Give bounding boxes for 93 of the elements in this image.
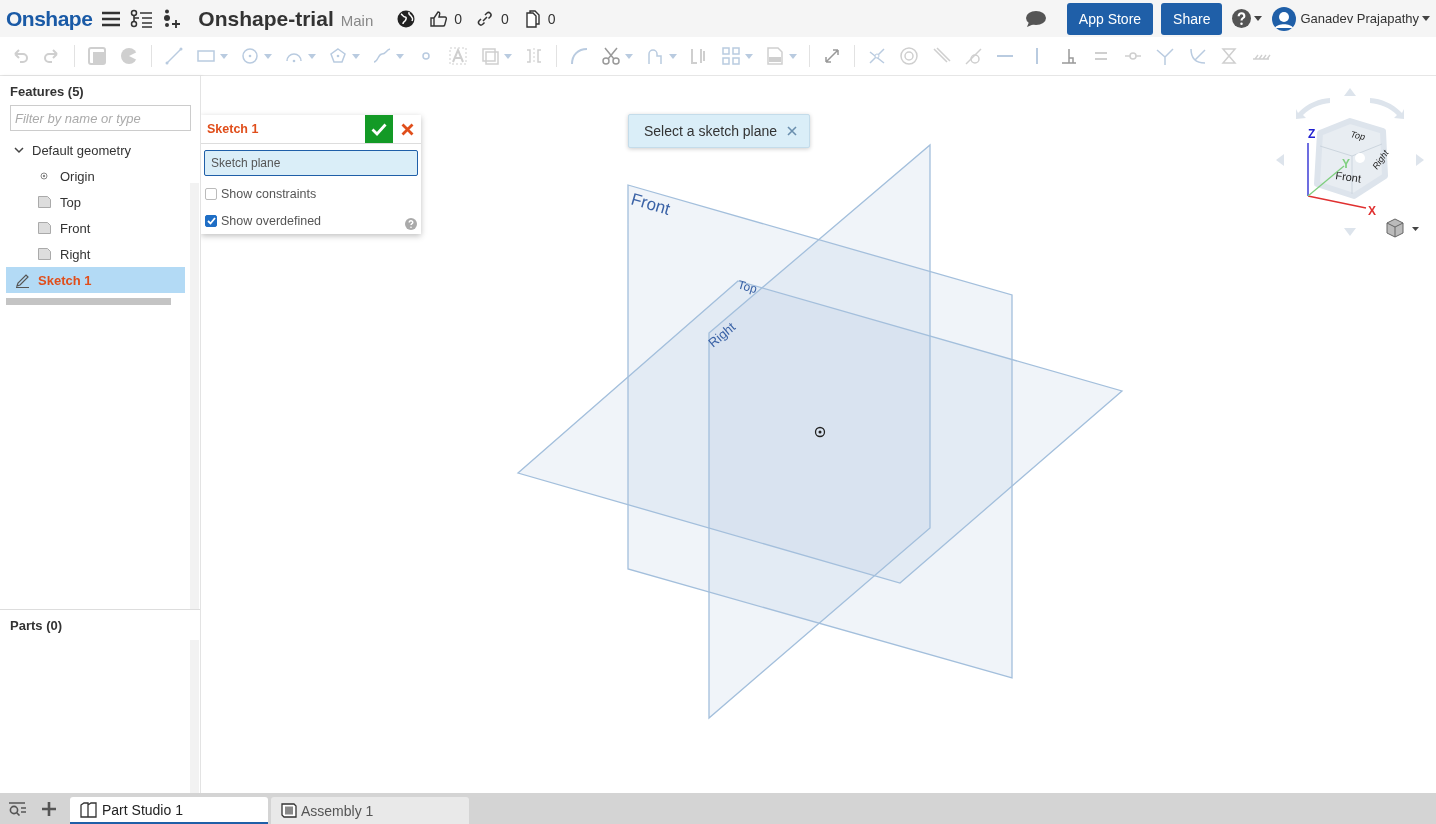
spline-icon[interactable] [372, 46, 392, 66]
help-icon[interactable] [1232, 9, 1252, 28]
add-variable-icon[interactable] [162, 8, 183, 29]
assembly-icon [281, 803, 297, 818]
thumbs-up-icon[interactable] [429, 9, 449, 28]
avatar-icon[interactable] [1272, 6, 1297, 31]
sketch-icon[interactable] [87, 46, 107, 66]
checkbox-label: Show constraints [221, 186, 317, 201]
dialog-title: Sketch 1 [207, 122, 260, 136]
polygon-icon[interactable] [328, 46, 348, 66]
line-icon[interactable] [164, 46, 184, 66]
tab-label: Assembly 1 [301, 802, 374, 819]
tab-label: Part Studio 1 [102, 801, 183, 818]
feature-label: Top [60, 194, 81, 210]
app-logo[interactable]: Onshape [6, 6, 93, 31]
feature-label: Default geometry [32, 142, 131, 158]
filter-field[interactable]: Filter by name or type [10, 105, 191, 131]
counter-value: 0 [501, 10, 509, 27]
view-cube-face-label[interactable]: Top [1349, 129, 1367, 142]
feature-item[interactable]: Default geometry [6, 137, 185, 163]
feature-label: Front [60, 220, 91, 236]
concentric-icon[interactable] [899, 46, 919, 66]
checkmark-icon [371, 122, 387, 136]
offset-icon[interactable] [480, 46, 500, 66]
axis-label: X [1368, 204, 1376, 218]
tangent-icon[interactable] [963, 46, 983, 66]
toast-message: Select a sketch plane [644, 123, 778, 139]
mirror-icon[interactable] [524, 46, 544, 66]
user-name[interactable]: Ganadev Prajapathy [1300, 11, 1419, 26]
chevron-icon[interactable] [14, 146, 24, 154]
comment-icon[interactable] [1024, 9, 1047, 28]
plane-label: Front [628, 189, 673, 219]
plane-icon [37, 248, 51, 260]
rollback-bar[interactable] [6, 298, 171, 305]
counter-value: 0 [547, 10, 556, 27]
symmetric-icon[interactable] [1219, 46, 1239, 66]
import-file-icon[interactable] [765, 46, 785, 66]
caret-icon[interactable] [1422, 16, 1430, 21]
document-tab[interactable]: Part Studio 1 [70, 797, 268, 824]
counter-value: 0 [454, 10, 463, 27]
extend-icon[interactable] [645, 46, 665, 66]
header-button[interactable]: App Store [1066, 2, 1154, 35]
feature-list-icon[interactable] [130, 8, 153, 29]
accept-button[interactable] [365, 115, 393, 143]
checkbox-label: Show overdefined [221, 213, 322, 228]
feature-item[interactable]: Top [6, 189, 185, 215]
search-list-icon[interactable] [8, 801, 28, 816]
close-icon[interactable] [787, 126, 798, 136]
pierce-icon[interactable] [1187, 46, 1207, 66]
dimension-icon[interactable] [822, 46, 842, 66]
axis-label: Z [1308, 127, 1316, 141]
checkbox[interactable] [205, 214, 217, 227]
axis-label: Y [1342, 157, 1350, 171]
part-studio-icon [80, 801, 98, 818]
scrollbar-track[interactable] [190, 640, 199, 793]
sketch-plane-field[interactable]: Sketch plane [204, 150, 418, 176]
pattern-icon[interactable] [721, 46, 741, 66]
document-title[interactable]: Onshape-trial [198, 6, 334, 31]
normal-icon[interactable] [1155, 46, 1175, 66]
plane-label: Top [736, 277, 759, 297]
feature-label: Sketch 1 [38, 272, 92, 288]
header-button[interactable]: Share [1161, 2, 1223, 35]
view-cube-face-label[interactable]: Front [1334, 169, 1362, 185]
perpendicular-icon[interactable] [1059, 46, 1079, 66]
menu-icon[interactable] [102, 10, 121, 27]
document-tab[interactable]: Assembly 1 [271, 797, 469, 824]
fillet-icon[interactable] [569, 46, 589, 66]
feature-item[interactable]: Origin [6, 163, 185, 189]
caret-icon[interactable] [1254, 16, 1263, 21]
axis-lines [1307, 142, 1367, 209]
feature-label: Right [60, 246, 91, 262]
origin-icon[interactable] [814, 426, 826, 438]
globe-icon[interactable] [397, 9, 416, 28]
plane-icon [37, 196, 51, 208]
coincident-icon[interactable] [867, 46, 887, 66]
pencil-icon [14, 272, 30, 288]
origin-point-icon [40, 172, 48, 180]
close-icon [400, 122, 414, 136]
add-tab-icon[interactable] [42, 801, 56, 816]
circle-icon[interactable] [240, 46, 260, 66]
panel-title: Parts (0) [10, 618, 64, 633]
feature-item[interactable]: Right [6, 241, 185, 267]
feature-label: Origin [60, 168, 95, 184]
caret-icon[interactable] [1412, 227, 1419, 231]
scrollbar-track[interactable] [190, 183, 199, 609]
plane-icon [37, 222, 51, 234]
cube-view-icon[interactable] [1386, 218, 1404, 238]
scissors-icon[interactable] [601, 46, 621, 66]
text-tool-icon[interactable] [448, 46, 468, 66]
feature-item[interactable]: Front [6, 215, 185, 241]
view-cube[interactable] [1314, 118, 1388, 199]
panel-title: Features (5) [10, 84, 85, 99]
checkbox[interactable] [205, 187, 217, 200]
